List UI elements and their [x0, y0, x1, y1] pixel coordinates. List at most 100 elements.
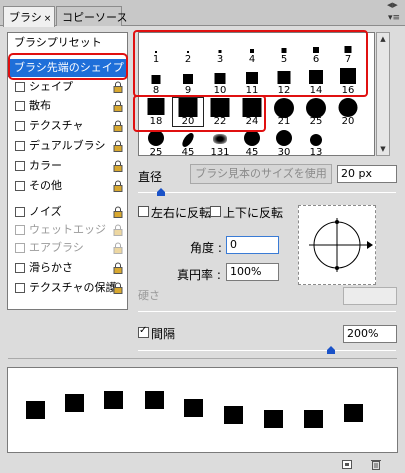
sidebar-item-brush-presets[interactable]: ブラシプリセット [8, 34, 127, 52]
lock-icon[interactable] [113, 140, 123, 152]
preview-dab [344, 404, 363, 422]
sidebar-item-checkbox[interactable] [15, 207, 25, 217]
sidebar-item-checkbox[interactable] [15, 161, 25, 171]
lock-icon[interactable] [113, 180, 123, 192]
preview-dab [304, 410, 323, 428]
sidebar-item-checkbox[interactable] [15, 101, 25, 111]
diameter-field[interactable]: 20 px [337, 165, 397, 183]
diameter-slider-track[interactable] [138, 192, 396, 193]
trash-icon[interactable] [370, 458, 382, 470]
sidebar-item[interactable]: テクスチャの保護 [8, 279, 127, 297]
brush-tip-cell[interactable]: 13 [300, 128, 332, 156]
diameter-label: 直径 [138, 170, 163, 184]
roundness-field[interactable]: 100% [226, 263, 279, 281]
lock-icon[interactable] [113, 206, 123, 218]
brush-tip-shape [244, 130, 260, 146]
sidebar-item[interactable]: ノイズ [8, 203, 127, 221]
brush-tip-cell[interactable]: 45 [236, 128, 268, 155]
sidebar-item[interactable]: 滑らかさ [8, 259, 127, 277]
spacing-slider-thumb[interactable] [327, 346, 335, 354]
flip-x-label: 左右に反転 [151, 206, 212, 220]
panel-menu-icon[interactable]: ▾≡ [387, 12, 401, 24]
stroke-preview [7, 367, 398, 453]
brush-tip-size-label: 131 [210, 147, 230, 156]
tab-clone-source[interactable]: コピーソース [56, 6, 127, 26]
brush-tip-cell[interactable]: 25 [140, 128, 172, 155]
spacing-label: 間隔 [151, 327, 176, 341]
sidebar-item[interactable]: シェイプ [8, 78, 127, 96]
brush-tip-cell[interactable]: 30 [268, 128, 300, 155]
sidebar-item-label: その他 [29, 179, 62, 192]
panel-footer [0, 455, 405, 473]
lock-icon[interactable] [113, 242, 123, 254]
sidebar-item[interactable]: ウェットエッジ [8, 221, 127, 239]
lock-icon[interactable] [113, 100, 123, 112]
sidebar-item-label: ウェットエッジ [29, 223, 106, 236]
sidebar-item[interactable]: テクスチャ [8, 117, 127, 135]
scroll-up-icon[interactable]: ▲ [377, 33, 389, 45]
sidebar-item-label: テクスチャの保護 [29, 281, 117, 294]
sidebar-item-label: 滑らかさ [29, 261, 73, 274]
sidebar-item-checkbox[interactable] [15, 181, 25, 191]
angle-roundness-widget[interactable] [298, 205, 376, 285]
sidebar-item-checkbox [15, 225, 25, 235]
angle-crosshair-icon [309, 218, 373, 272]
brush-tip-cell[interactable]: 25 [300, 97, 332, 127]
brush-tip-cell[interactable]: 20 [332, 97, 364, 127]
hardness-label: 硬さ [138, 289, 160, 302]
sidebar-item[interactable]: 散布 [8, 97, 127, 115]
annotation-ring-square-brushes [133, 95, 266, 132]
sidebar-item[interactable]: カラー [8, 157, 127, 175]
flip-x-checkbox[interactable] [138, 206, 149, 217]
brush-tip-size-label: 20 [341, 116, 355, 127]
divider [8, 358, 397, 359]
lock-icon[interactable] [113, 224, 123, 236]
use-sample-size-button: ブラシ見本のサイズを使用 [190, 164, 332, 184]
flip-y-checkbox[interactable] [210, 206, 221, 217]
sidebar-item[interactable]: その他 [8, 177, 127, 195]
angle-label: 角度 : [190, 241, 222, 255]
lock-icon[interactable] [113, 120, 123, 132]
lock-icon[interactable] [113, 282, 123, 294]
lock-icon[interactable] [113, 262, 123, 274]
brush-tip-shape [338, 98, 358, 117]
tab-brush[interactable]: ブラシ × [3, 6, 55, 27]
brush-tip-shape [310, 134, 322, 146]
diameter-slider-thumb[interactable] [157, 188, 165, 196]
preview-dab [145, 391, 164, 409]
spacing-slider-track[interactable] [138, 350, 396, 351]
brush-tip-shape [274, 98, 294, 118]
brush-panel: ブラシ × コピーソース ◀▶ ▾≡ ブラシプリセット ブラシ先端のシェイプ シェ… [0, 0, 405, 473]
scroll-down-icon[interactable]: ▼ [377, 143, 389, 155]
sidebar-item-checkbox[interactable] [15, 82, 25, 92]
preview-dab [65, 394, 84, 412]
spacing-field[interactable]: 200% [343, 325, 397, 343]
brush-tip-cell[interactable]: 21 [268, 97, 300, 127]
brush-tip-size-label: 45 [181, 147, 195, 156]
sidebar-item-checkbox[interactable] [15, 283, 25, 293]
new-brush-icon[interactable] [341, 458, 353, 470]
brush-tip-size-label: 13 [309, 147, 323, 156]
sidebar-item[interactable]: デュアルブラシ [8, 137, 127, 155]
sidebar-item[interactable]: エアブラシ [8, 239, 127, 257]
lock-icon[interactable] [113, 160, 123, 172]
preview-dab [224, 406, 243, 424]
sidebar-item-label: デュアルブラシ [29, 139, 106, 152]
sidebar-item-checkbox[interactable] [15, 141, 25, 151]
close-icon[interactable]: × [44, 14, 52, 24]
spacing-checkbox[interactable] [138, 325, 149, 338]
collapse-panel-icon[interactable]: ◀▶ [387, 1, 399, 9]
annotation-ring-small-brushes [133, 30, 368, 97]
angle-field[interactable]: 0 [226, 236, 279, 254]
lock-icon[interactable] [113, 81, 123, 93]
brush-tip-shape [148, 130, 164, 146]
sidebar-item-checkbox[interactable] [15, 263, 25, 273]
brush-tip-cell[interactable]: 45 [172, 128, 204, 156]
brush-grid-scrollbar[interactable]: ▲ ▼ [376, 32, 390, 156]
sidebar-item-label: ブラシプリセット [14, 36, 102, 49]
preview-dab [104, 391, 123, 409]
annotation-ring-selected-item [8, 53, 128, 80]
sidebar-item-checkbox[interactable] [15, 121, 25, 131]
sidebar-item-label: エアブラシ [29, 241, 84, 254]
brush-tip-cell[interactable]: 131 [204, 128, 236, 156]
